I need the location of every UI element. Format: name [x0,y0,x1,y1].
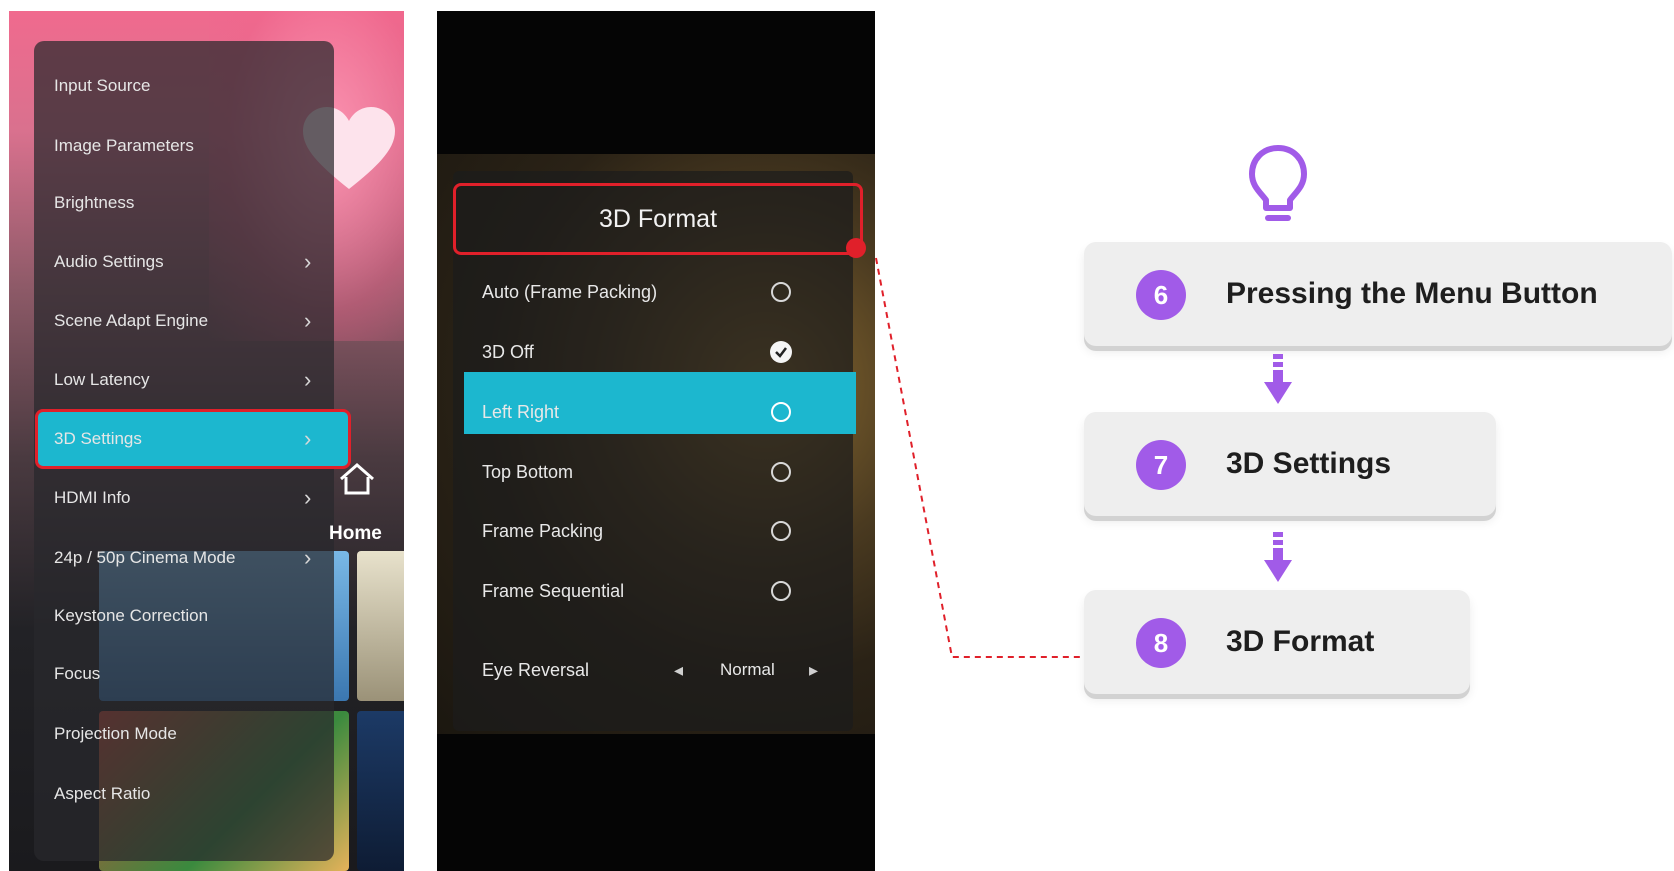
3d-format-screenshot: 3D Format Auto (Frame Packing) 3D Off Le… [437,11,875,871]
checkmark-icon [775,347,787,358]
menu-item-label: Low Latency [54,370,150,389]
step-label: 3D Settings [1226,447,1392,480]
option-label: 3D Off [482,342,534,362]
home-label[interactable]: Home [329,523,382,545]
menu-item-label: HDMI Info [54,488,131,507]
menu-item-label: Aspect Ratio [54,784,151,803]
menu-item-label: Projection Mode [54,724,177,743]
option-label: Auto (Frame Packing) [482,282,658,302]
option-3d-off[interactable]: 3D Off [482,337,802,367]
menu-item-hdmi-info[interactable]: HDMI Info › [54,483,314,513]
option-label: Frame Sequential [482,581,625,601]
callout-dot [846,238,866,258]
menu-item-label: Input Source [54,76,151,95]
tile-light [357,551,404,701]
tile-dark [357,711,404,871]
chevron-right-icon: › [304,308,312,333]
menu-item-scene-adapt-engine[interactable]: Scene Adapt Engine › [54,306,314,336]
menu-item-input-source[interactable]: Input Source [54,71,314,101]
menu-item-label: Brightness [54,193,135,212]
option-frame-packing[interactable]: Frame Packing [482,516,802,546]
chevron-right-icon: › [304,485,312,510]
lightbulb-icon [1249,145,1307,221]
arrow-down-icon [1264,354,1292,404]
radio-checked-icon[interactable] [770,341,792,363]
radio-unchecked-icon[interactable] [771,282,791,302]
menu-item-label: Keystone Correction [54,606,209,625]
eye-reversal-label: Eye Reversal [482,660,590,680]
flow-step-7: 7 3D Settings [1084,412,1496,516]
menu-item-image-parameters[interactable]: Image Parameters [54,131,314,161]
menu-item-cinema-mode[interactable]: 24p / 50p Cinema Mode › [54,543,314,573]
radio-unchecked-icon[interactable] [771,462,791,482]
projector-main-menu-screenshot: Input Source Image Parameters Brightness… [9,11,404,871]
menu-item-label: Scene Adapt Engine [54,311,209,330]
option-label: Left Right [482,402,560,422]
menu-item-label: 24p / 50p Cinema Mode [54,548,236,567]
option-left-right[interactable]: Left Right [482,397,802,427]
menu-item-projection-mode[interactable]: Projection Mode [54,719,314,749]
menu-item-label: Image Parameters [54,136,194,155]
menu-item-low-latency[interactable]: Low Latency › [54,365,314,395]
menu-item-focus[interactable]: Focus [54,659,314,689]
option-auto-frame-packing[interactable]: Auto (Frame Packing) [482,277,802,307]
option-top-bottom[interactable]: Top Bottom [482,457,802,487]
flow-step-8: 8 3D Format [1084,590,1470,694]
arrow-right-icon[interactable]: ▸ [809,655,818,685]
option-label: Top Bottom [482,462,574,482]
menu-item-label: Focus [54,664,101,683]
radio-unchecked-icon[interactable] [771,581,791,601]
chevron-right-icon: › [304,367,312,392]
menu-item-audio-settings[interactable]: Audio Settings › [54,247,314,277]
radio-unchecked-icon[interactable] [771,402,791,422]
menu-item-label: Audio Settings [54,252,164,271]
step-number-badge: 8 [1136,618,1186,668]
3d-format-panel [453,171,853,731]
chevron-right-icon: › [304,249,312,274]
radio-unchecked-icon[interactable] [771,521,791,541]
chevron-right-icon: › [304,545,312,570]
menu-item-keystone-correction[interactable]: Keystone Correction [54,601,314,631]
menu-item-brightness[interactable]: Brightness [54,188,314,218]
step-number-badge: 6 [1136,270,1186,320]
step-number-badge: 7 [1136,440,1186,490]
arrow-down-icon [1264,532,1292,582]
arrow-left-icon[interactable]: ◂ [674,655,683,685]
eye-reversal-value: Normal [720,660,775,679]
step-label: 3D Format [1226,625,1375,658]
option-frame-sequential[interactable]: Frame Sequential [482,576,802,606]
option-label: Frame Packing [482,521,604,541]
selection-callout-frame [35,409,351,469]
step-label: Pressing the Menu Button [1226,277,1598,310]
home-icon [340,463,374,495]
title-callout-frame [453,183,863,255]
flow-step-6: 6 Pressing the Menu Button [1084,242,1672,346]
menu-item-aspect-ratio[interactable]: Aspect Ratio [54,779,314,809]
